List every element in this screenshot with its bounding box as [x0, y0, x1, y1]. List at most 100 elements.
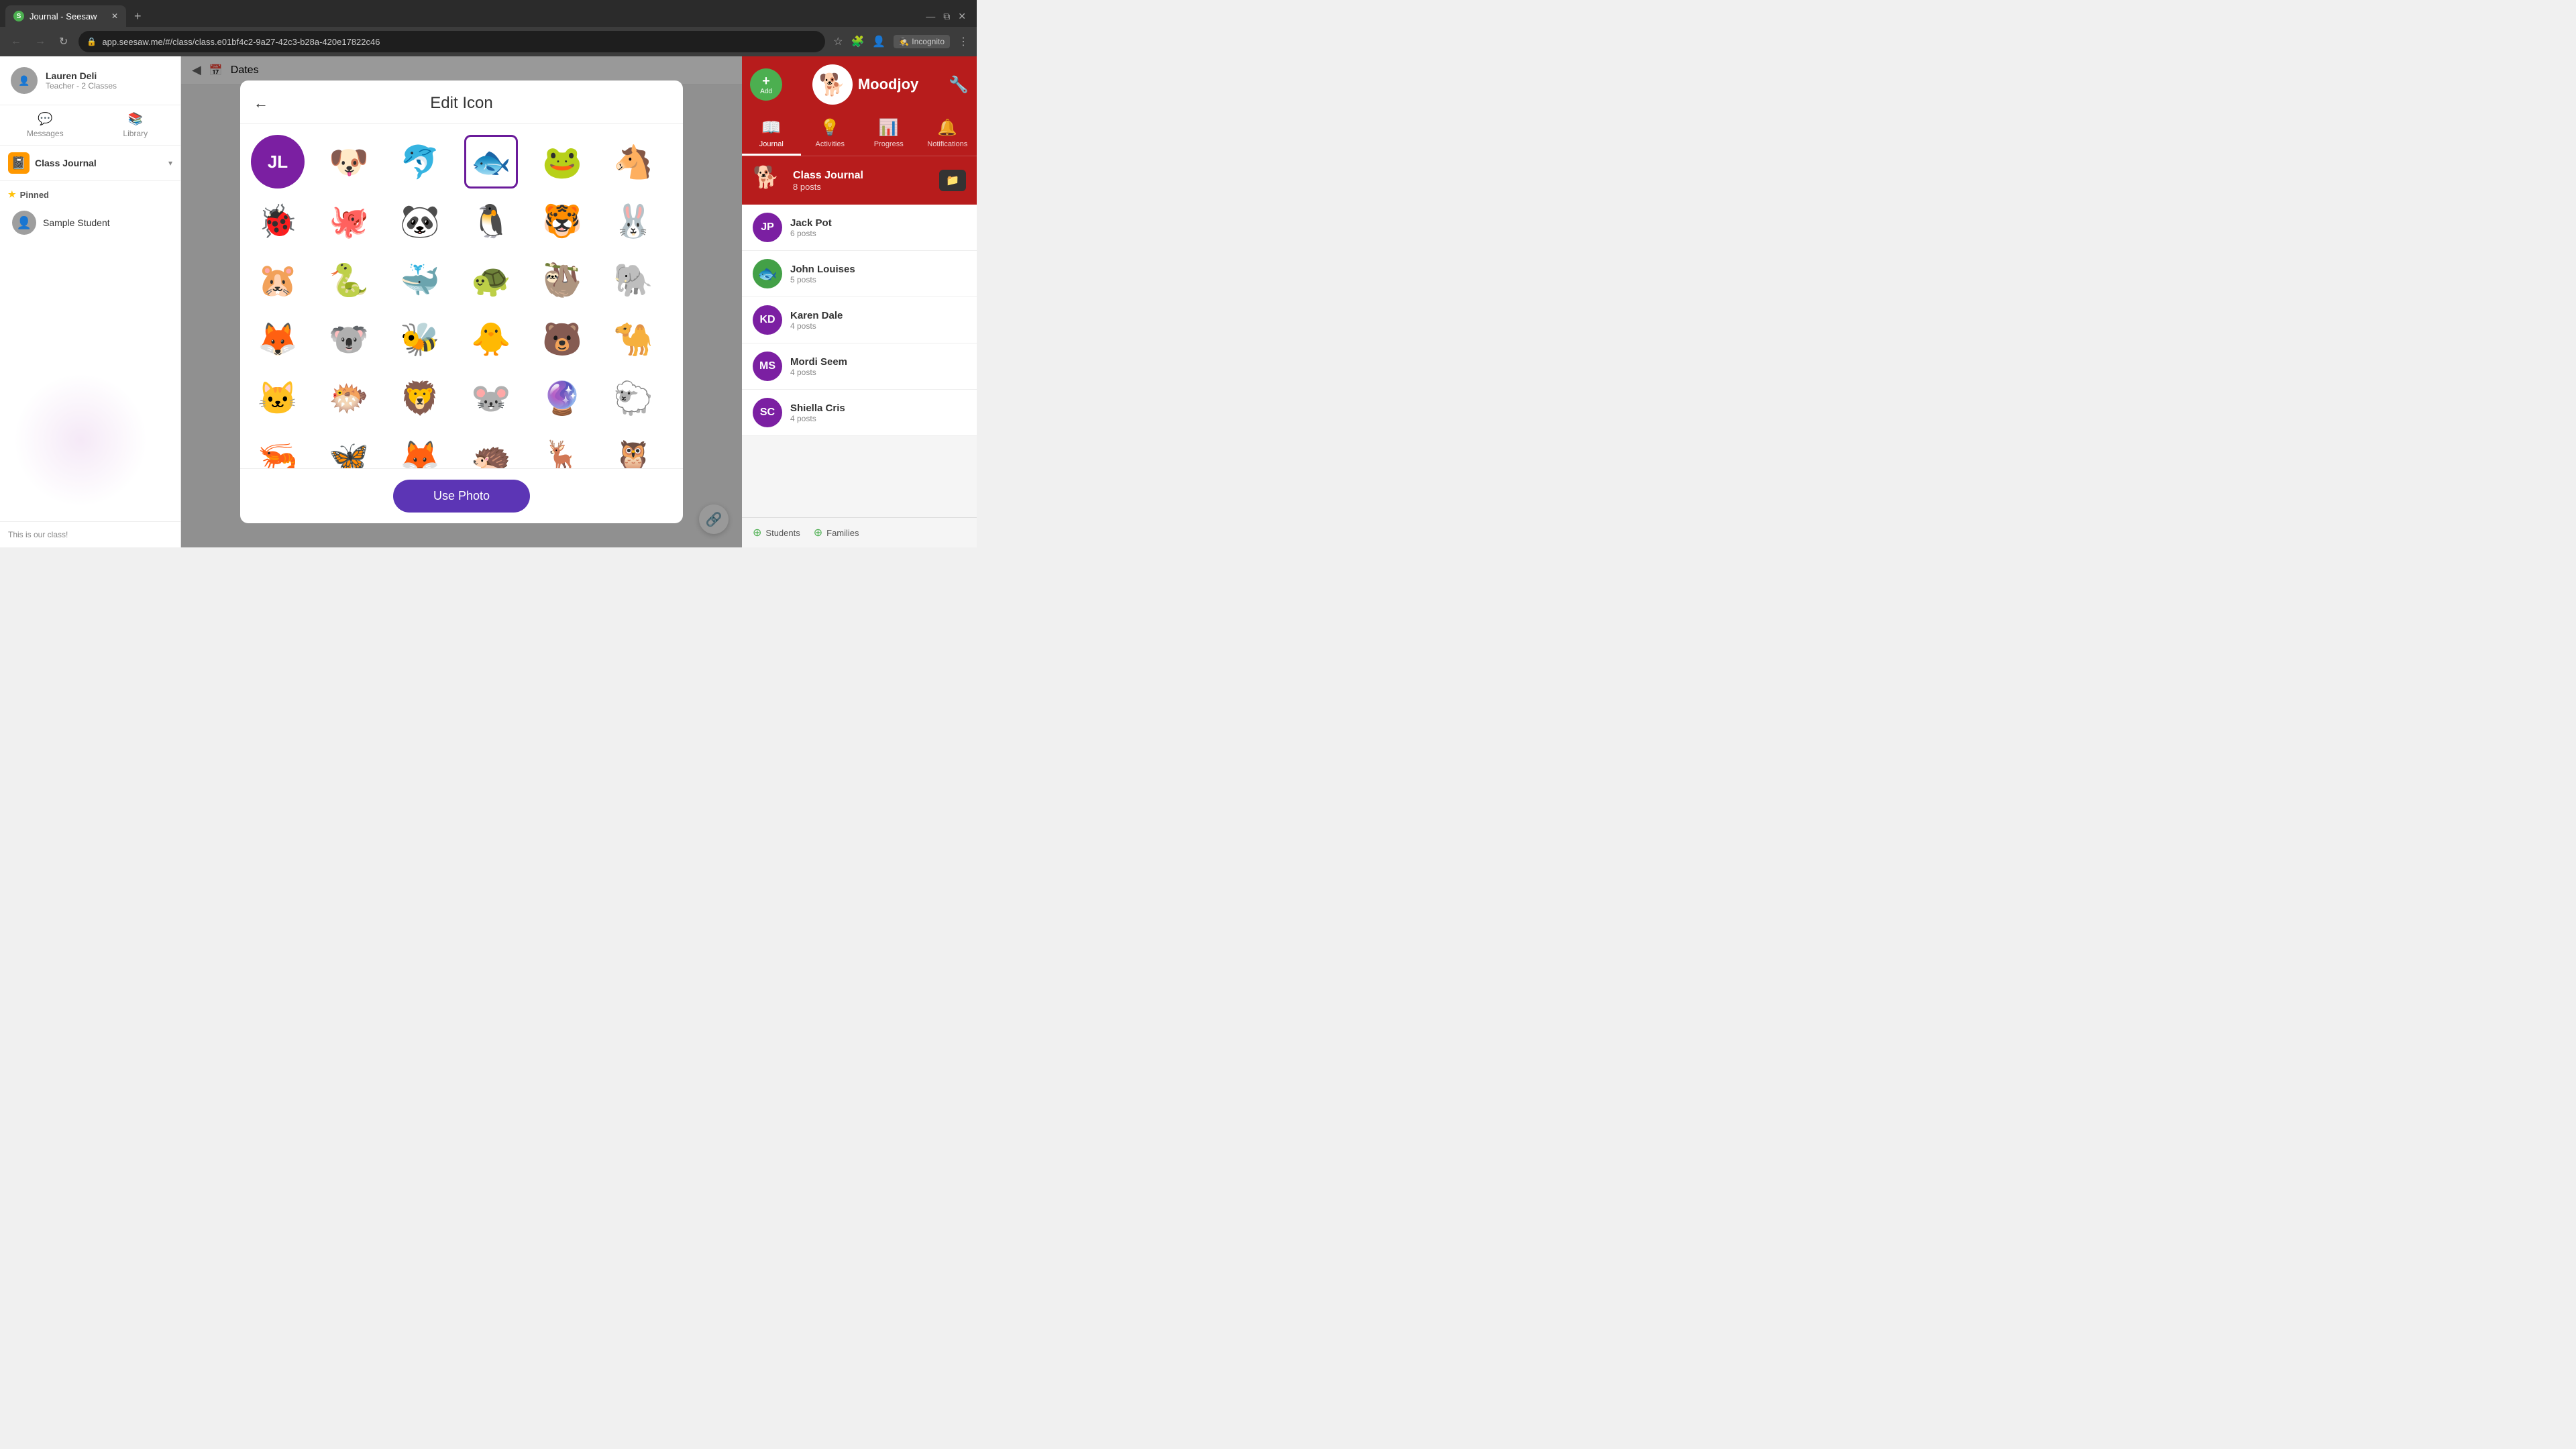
activities-nav-icon: 💡	[820, 118, 840, 138]
forward-nav-button[interactable]: →	[32, 33, 48, 50]
students-footer-button[interactable]: ⊕ Students	[753, 526, 800, 539]
star-icon: ★	[8, 189, 16, 200]
camel-emoji[interactable]: 🐪	[606, 312, 660, 366]
student-avatar-sc: SC	[753, 398, 782, 427]
settings-button[interactable]: 🔧	[949, 75, 969, 95]
snake-emoji[interactable]: 🐍	[322, 253, 376, 307]
deer-emoji[interactable]: 🦌	[535, 430, 589, 468]
active-tab[interactable]: S Journal - Seesaw ✕	[5, 5, 126, 27]
butterfly-emoji[interactable]: 🦋	[322, 430, 376, 468]
student-list-item-jl[interactable]: 🐟 John Louises 5 posts	[742, 251, 977, 297]
incognito-button[interactable]: 🕵 Incognito	[894, 35, 950, 48]
fox2-emoji[interactable]: 🦊	[393, 430, 447, 468]
hamster-emoji[interactable]: 🐹	[251, 253, 305, 307]
sidebar-content: ★ Pinned 👤 Sample Student	[0, 181, 180, 521]
pinned-label: ★ Pinned	[8, 189, 172, 200]
initials-option[interactable]: JL	[251, 135, 305, 189]
moodjoy-logo: 🐕 Moodjoy	[812, 64, 918, 105]
url-bar[interactable]: 🔒 app.seesaw.me/#/class/class.e01bf4c2-9…	[78, 31, 825, 52]
blowfish-emoji[interactable]: 🐡	[322, 371, 376, 425]
sidebar-bottom-text: This is our class!	[8, 530, 172, 539]
bookmark-button[interactable]: ☆	[833, 35, 843, 48]
shrimp-emoji[interactable]: 🦐	[251, 430, 305, 468]
panda-emoji[interactable]: 🐼	[393, 194, 447, 248]
student-posts-kd: 4 posts	[790, 321, 843, 331]
student-name-ms: Mordi Seem	[790, 356, 847, 368]
close-button[interactable]: ✕	[958, 11, 966, 22]
student-info-jl: John Louises 5 posts	[790, 264, 855, 284]
student-list-item-sc[interactable]: SC Shiella Cris 4 posts	[742, 390, 977, 436]
notifications-nav-item[interactable]: 🔔 Notifications	[918, 113, 977, 156]
new-tab-button[interactable]: +	[129, 9, 147, 23]
tiger-emoji[interactable]: 🐯	[535, 194, 589, 248]
url-text: app.seesaw.me/#/class/class.e01bf4c2-9a2…	[102, 37, 817, 47]
menu-button[interactable]: ⋮	[958, 35, 969, 48]
extensions-button[interactable]: 🧩	[851, 35, 865, 48]
modal-footer: Use Photo	[240, 468, 683, 523]
fish-emoji[interactable]: 🐟	[464, 135, 518, 189]
progress-nav-item[interactable]: 📊 Progress	[859, 113, 918, 156]
billiard-emoji[interactable]: 🔮	[535, 371, 589, 425]
student-list-item-ms[interactable]: MS Mordi Seem 4 posts	[742, 343, 977, 390]
add-button[interactable]: + Add	[750, 68, 782, 101]
user-info: Lauren Deli Teacher - 2 Classes	[46, 70, 170, 91]
activities-nav-item[interactable]: 💡 Activities	[801, 113, 860, 156]
student-list-item-jp[interactable]: JP Jack Pot 6 posts	[742, 205, 977, 251]
mouse-emoji[interactable]: 🐭	[464, 371, 518, 425]
minimize-button[interactable]: —	[926, 11, 935, 22]
student-info-ms: Mordi Seem 4 posts	[790, 356, 847, 377]
class-name: Class Journal	[35, 158, 163, 168]
horse-emoji[interactable]: 🐴	[606, 135, 660, 189]
sample-student-item[interactable]: 👤 Sample Student	[8, 207, 172, 239]
profile-button[interactable]: 👤	[872, 35, 885, 48]
cat-emoji[interactable]: 🐱	[251, 371, 305, 425]
close-tab-button[interactable]: ✕	[111, 11, 118, 21]
bee-emoji[interactable]: 🐝	[393, 312, 447, 366]
octopus-emoji[interactable]: 🐙	[322, 194, 376, 248]
library-tab[interactable]: 📚 Library	[91, 105, 181, 145]
frog-emoji[interactable]: 🐸	[535, 135, 589, 189]
back-nav-button[interactable]: ←	[8, 33, 24, 50]
dog-emoji[interactable]: 🐶	[322, 135, 376, 189]
messages-tab[interactable]: 💬 Messages	[0, 105, 91, 145]
students-add-icon: ⊕	[753, 526, 761, 539]
koala-emoji[interactable]: 🐨	[322, 312, 376, 366]
hedgehog-emoji[interactable]: 🦔	[464, 430, 518, 468]
main-content: ◀ 📅 Dates 🔗 ← Edit Icon JL 🐶 🐬 🐟	[181, 56, 742, 547]
sloth-emoji[interactable]: 🦥	[535, 253, 589, 307]
journal-folder-button[interactable]: 📁	[939, 170, 966, 191]
student-posts-jl: 5 posts	[790, 275, 855, 284]
user-name: Lauren Deli	[46, 70, 170, 81]
app-area: 👤 Lauren Deli Teacher - 2 Classes 💬 Mess…	[0, 56, 977, 547]
dolphin-emoji[interactable]: 🐬	[393, 135, 447, 189]
families-footer-button[interactable]: ⊕ Families	[814, 526, 859, 539]
avatar-initials: 👤	[18, 75, 30, 87]
bear-emoji[interactable]: 🐻	[535, 312, 589, 366]
rabbit-emoji[interactable]: 🐰	[606, 194, 660, 248]
restore-button[interactable]: ⧉	[943, 11, 950, 22]
owl-emoji[interactable]: 🦉	[606, 430, 660, 468]
student-info-sc: Shiella Cris 4 posts	[790, 402, 845, 423]
student-name-jp: Jack Pot	[790, 217, 832, 229]
class-journal-item[interactable]: 🐕 Class Journal 8 posts 📁	[742, 156, 977, 205]
student-list-item-kd[interactable]: KD Karen Dale 4 posts	[742, 297, 977, 343]
class-selector[interactable]: 📓 Class Journal ▾	[0, 146, 180, 181]
penguin-emoji[interactable]: 🐧	[464, 194, 518, 248]
favicon: S	[13, 11, 24, 21]
elephant-emoji[interactable]: 🐘	[606, 253, 660, 307]
journal-nav-item[interactable]: 📖 Journal	[742, 113, 801, 156]
modal-scroll-area[interactable]: JL 🐶 🐬 🐟 🐸 🐴 🐞 🐙 🐼 🐧 🐯 🐰 🐹 🐍	[240, 124, 683, 468]
goat-emoji[interactable]: 🐑	[606, 371, 660, 425]
class-journal-posts: 8 posts	[793, 182, 931, 192]
use-photo-button[interactable]: Use Photo	[393, 480, 530, 513]
address-bar-container: ← → ↻ 🔒 app.seesaw.me/#/class/class.e01b…	[0, 27, 977, 56]
turtle-emoji[interactable]: 🐢	[464, 253, 518, 307]
refresh-button[interactable]: ↻	[56, 32, 70, 51]
whale-emoji[interactable]: 🐳	[393, 253, 447, 307]
lion-emoji[interactable]: 🦁	[393, 371, 447, 425]
ladybug-emoji[interactable]: 🐞	[251, 194, 305, 248]
modal-back-button[interactable]: ←	[254, 95, 268, 112]
fox-emoji[interactable]: 🦊	[251, 312, 305, 366]
chick-emoji[interactable]: 🐥	[464, 312, 518, 366]
sidebar-decoration	[13, 373, 148, 507]
